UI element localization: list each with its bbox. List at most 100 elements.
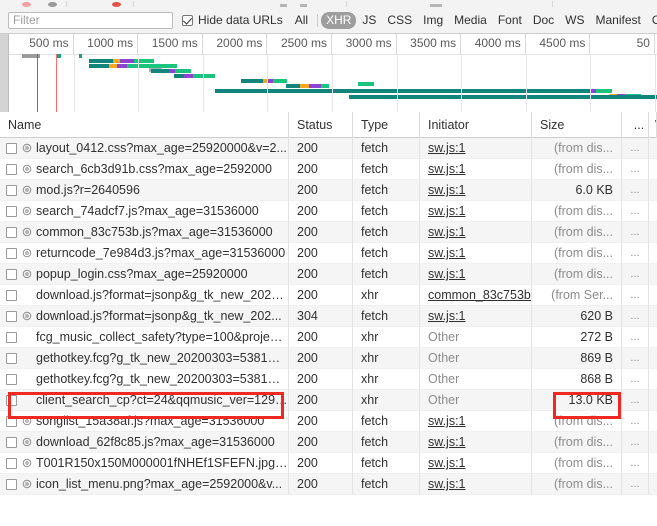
cell-more[interactable]: ... [622, 180, 649, 201]
cell-more[interactable]: ... [622, 138, 649, 159]
cell-name[interactable]: search_74adcf7.js?max_age=31536000 [0, 201, 289, 222]
cell-more[interactable]: ... [622, 159, 649, 180]
cell-more[interactable]: ... [622, 348, 649, 369]
row-checkbox[interactable] [6, 374, 17, 385]
column-header-name[interactable]: Name [0, 112, 289, 138]
cell-initiator-text[interactable]: sw.js:1 [428, 246, 466, 260]
table-row[interactable]: fcg_music_collect_safety?type=100&projec… [0, 327, 657, 348]
cell-waterfall[interactable] [649, 222, 657, 243]
cell-initiator-text[interactable]: sw.js:1 [428, 183, 466, 197]
table-row[interactable]: common_83c753b.js?max_age=31536000200fet… [0, 222, 657, 243]
cell-name[interactable]: popup_login.css?max_age=25920000 [0, 264, 289, 285]
cell-waterfall[interactable] [649, 306, 657, 327]
cell-name[interactable]: client_search_cp?ct=24&qqmusic_ver=1298&… [0, 390, 289, 411]
cell-waterfall[interactable] [649, 348, 657, 369]
cell-name[interactable]: T001R150x150M000001fNHEf1SFEFN.jpg?... [0, 453, 289, 474]
row-checkbox[interactable] [6, 332, 17, 343]
column-header-size[interactable]: Size [532, 112, 622, 138]
cell-name[interactable]: songlist_15a38af.js?max_age=31536000 [0, 411, 289, 432]
cell-more[interactable]: ... [622, 306, 649, 327]
cell-name[interactable]: mod.js?r=2640596 [0, 180, 289, 201]
row-checkbox[interactable] [6, 290, 17, 301]
type-filter-media[interactable]: Media [449, 12, 492, 29]
cell-name[interactable]: layout_0412.css?max_age=25920000&v=2... [0, 138, 289, 159]
table-row[interactable]: layout_0412.css?max_age=25920000&v=2...2… [0, 138, 657, 159]
cell-more[interactable]: ... [622, 369, 649, 390]
cell-more[interactable]: ... [622, 243, 649, 264]
cell-initiator-text[interactable]: sw.js:1 [428, 162, 466, 176]
filter-input[interactable] [8, 12, 173, 29]
row-checkbox[interactable] [6, 311, 17, 322]
type-filter-css[interactable]: CSS [382, 12, 417, 29]
table-row[interactable]: download.js?format=jsonp&g_tk_new_202...… [0, 306, 657, 327]
cell-waterfall[interactable] [649, 180, 657, 201]
cell-initiator-text[interactable]: sw.js:1 [428, 309, 466, 323]
column-header-status[interactable]: Status [289, 112, 353, 138]
cell-name[interactable]: search_6cb3d91b.css?max_age=2592000 [0, 159, 289, 180]
overview-waterfall[interactable] [9, 54, 657, 112]
row-checkbox[interactable] [6, 416, 17, 427]
type-filter-other[interactable]: Other [647, 12, 657, 29]
cell-initiator-text[interactable]: sw.js:1 [428, 267, 466, 281]
type-filter-xhr[interactable]: XHR [321, 12, 356, 29]
cell-name[interactable]: fcg_music_collect_safety?type=100&projec… [0, 327, 289, 348]
row-checkbox[interactable] [6, 248, 17, 259]
overview-left-handle[interactable] [0, 34, 9, 112]
cell-more[interactable]: ... [622, 222, 649, 243]
cell-waterfall[interactable] [649, 369, 657, 390]
type-filter-js[interactable]: JS [357, 12, 381, 29]
cell-name[interactable]: download_62f8c85.js?max_age=31536000 [0, 432, 289, 453]
table-row[interactable]: search_74adcf7.js?max_age=31536000200fet… [0, 201, 657, 222]
cell-waterfall[interactable] [649, 159, 657, 180]
cell-initiator-text[interactable]: sw.js:1 [428, 225, 466, 239]
hide-data-urls-checkbox[interactable] [182, 15, 193, 26]
cell-name[interactable]: download.js?format=jsonp&g_tk_new_202... [0, 306, 289, 327]
cell-initiator-text[interactable]: sw.js:1 [428, 141, 466, 155]
cell-more[interactable]: ... [622, 411, 649, 432]
cell-initiator-text[interactable]: sw.js:1 [428, 435, 466, 449]
row-checkbox[interactable] [6, 143, 17, 154]
type-filter-ws[interactable]: WS [560, 12, 589, 29]
cell-waterfall[interactable] [649, 411, 657, 432]
cell-name[interactable]: returncode_7e984d3.js?max_age=31536000 [0, 243, 289, 264]
table-row[interactable]: search_6cb3d91b.css?max_age=2592000200fe… [0, 159, 657, 180]
type-filter-all[interactable]: All [290, 12, 313, 29]
hide-data-urls-control[interactable]: Hide data URLs [182, 13, 283, 27]
cell-waterfall[interactable] [649, 474, 657, 495]
row-checkbox[interactable] [6, 437, 17, 448]
cell-more[interactable]: ... [622, 453, 649, 474]
table-row[interactable]: icon_list_menu.png?max_age=2592000&v...2… [0, 474, 657, 495]
cell-waterfall[interactable] [649, 285, 657, 306]
cell-waterfall[interactable] [649, 264, 657, 285]
cell-more[interactable]: ... [622, 432, 649, 453]
row-checkbox[interactable] [6, 227, 17, 238]
cell-name[interactable]: icon_list_menu.png?max_age=2592000&v... [0, 474, 289, 495]
cell-waterfall[interactable] [649, 138, 657, 159]
cell-more[interactable]: ... [622, 327, 649, 348]
cell-waterfall[interactable] [649, 390, 657, 411]
column-header-more[interactable]: ... [622, 112, 649, 138]
cell-waterfall[interactable] [649, 243, 657, 264]
row-checkbox[interactable] [6, 206, 17, 217]
cell-initiator-text[interactable]: sw.js:1 [428, 204, 466, 218]
type-filter-img[interactable]: Img [418, 12, 448, 29]
cell-waterfall[interactable] [649, 201, 657, 222]
row-checkbox[interactable] [6, 164, 17, 175]
cell-more[interactable]: ... [622, 201, 649, 222]
row-checkbox[interactable] [6, 353, 17, 364]
cell-initiator-text[interactable]: sw.js:1 [428, 477, 466, 491]
table-row[interactable]: gethotkey.fcg?g_tk_new_20200303=5381&g_.… [0, 348, 657, 369]
column-header-waterfall[interactable]: Wat [649, 112, 657, 138]
row-checkbox[interactable] [6, 458, 17, 469]
cell-more[interactable]: ... [622, 264, 649, 285]
type-filter-manifest[interactable]: Manifest [591, 12, 646, 29]
table-row[interactable]: client_search_cp?ct=24&qqmusic_ver=1298&… [0, 390, 657, 411]
cell-name[interactable]: download.js?format=jsonp&g_tk_new_20200.… [0, 285, 289, 306]
cell-more[interactable]: ... [622, 285, 649, 306]
cell-waterfall[interactable] [649, 432, 657, 453]
table-row[interactable]: gethotkey.fcg?g_tk_new_20200303=5381&g_.… [0, 369, 657, 390]
table-row[interactable]: mod.js?r=2640596200fetchsw.js:16.0 KB... [0, 180, 657, 201]
cell-more[interactable]: ... [622, 474, 649, 495]
type-filter-doc[interactable]: Doc [528, 12, 559, 29]
cell-name[interactable]: common_83c753b.js?max_age=31536000 [0, 222, 289, 243]
